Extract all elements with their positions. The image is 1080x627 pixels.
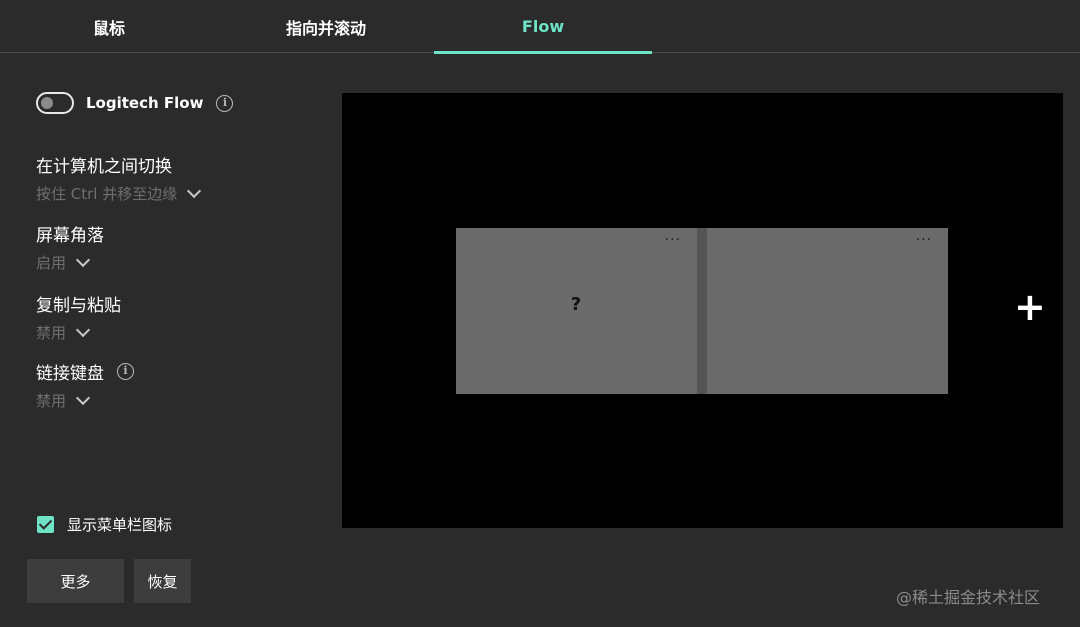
dropdown-value: 启用	[36, 254, 67, 272]
tab-bar: 鼠标 指向并滚动 Flow	[0, 0, 1080, 54]
toggle-knob	[41, 97, 53, 109]
restore-button[interactable]: 恢复	[134, 559, 191, 603]
setting-title: 在计算机之间切换	[36, 157, 172, 177]
setting-title: 链接键盘	[36, 364, 104, 384]
dropdown-value: 禁用	[36, 324, 67, 342]
copy-paste-dropdown[interactable]: 禁用	[36, 322, 121, 343]
menubar-icon-label: 显示菜单栏图标	[67, 516, 173, 534]
plus-icon[interactable]: +	[1014, 287, 1046, 327]
setting-screen-corners: 屏幕角落 启用	[36, 221, 104, 273]
left-computer-screen[interactable]: ··· ?	[456, 228, 697, 394]
flow-arrangement-canvas: ··· ? ··· +	[342, 93, 1063, 528]
tab-flow[interactable]: Flow	[434, 0, 652, 54]
tab-mouse[interactable]: 鼠标	[0, 0, 218, 53]
tab-label: 鼠标	[92, 18, 125, 38]
switch-mode-dropdown[interactable]: 按住 Ctrl 并移至边缘	[36, 183, 202, 204]
tab-point-and-scroll[interactable]: 指向并滚动	[217, 0, 435, 53]
tab-label: 指向并滚动	[285, 18, 366, 38]
more-button[interactable]: 更多	[27, 559, 124, 603]
more-horizontal-icon[interactable]: ···	[916, 232, 932, 248]
setting-switch-computers: 在计算机之间切换 按住 Ctrl 并移至边缘	[36, 152, 202, 204]
unknown-computer-icon: ?	[570, 294, 582, 315]
link-keyboard-dropdown[interactable]: 禁用	[36, 390, 134, 411]
menubar-icon-row: 显示菜单栏图标	[37, 514, 172, 535]
info-icon[interactable]: i	[216, 94, 234, 112]
chevron-down-icon	[75, 390, 91, 405]
dropdown-value: 禁用	[36, 392, 67, 410]
chevron-down-icon	[75, 252, 91, 267]
flow-toggle-switch[interactable]	[36, 92, 74, 114]
right-computer-screen[interactable]: ···	[707, 228, 948, 394]
setting-title-row: 链接键盘 i	[36, 359, 134, 384]
setting-link-keyboard: 链接键盘 i 禁用	[36, 359, 134, 411]
button-label: 恢复	[147, 572, 178, 591]
screen-divider	[697, 228, 707, 394]
button-label: 更多	[60, 572, 91, 591]
watermark: @稀土掘金技术社区	[896, 588, 1041, 607]
menubar-icon-checkbox[interactable]	[37, 516, 54, 533]
tab-label: Flow	[521, 17, 565, 36]
app-window: 鼠标 指向并滚动 Flow Logitech Flow i 在计算机之间切换 按…	[0, 0, 1080, 627]
dropdown-value: 按住 Ctrl 并移至边缘	[36, 185, 178, 203]
chevron-down-icon	[187, 183, 202, 198]
more-horizontal-icon[interactable]: ···	[665, 232, 681, 248]
chevron-down-icon	[75, 322, 91, 337]
flow-toggle-row: Logitech Flow i	[36, 92, 234, 114]
setting-copy-paste: 复制与粘贴 禁用	[36, 291, 121, 343]
flow-toggle-label: Logitech Flow	[86, 94, 204, 112]
setting-title: 复制与粘贴	[36, 296, 121, 316]
corners-dropdown[interactable]: 启用	[36, 252, 104, 273]
setting-title: 屏幕角落	[36, 226, 104, 246]
active-tab-indicator	[434, 51, 652, 54]
info-icon[interactable]: i	[117, 363, 134, 380]
